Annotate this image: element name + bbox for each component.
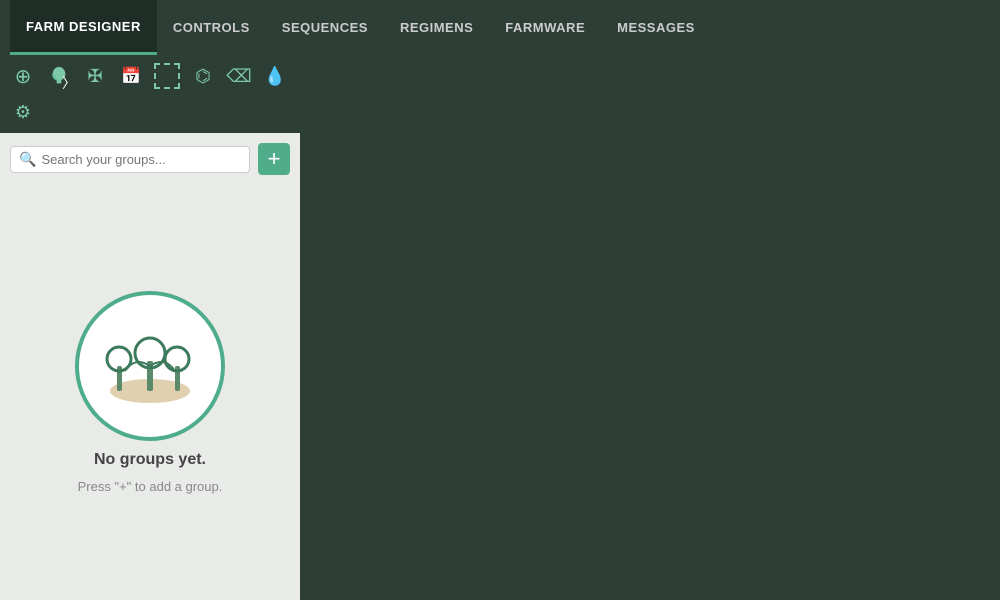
move-icon[interactable]: ⊕ bbox=[10, 63, 36, 89]
pin-icon[interactable]: ⌬ bbox=[190, 63, 216, 89]
nav-farmware[interactable]: FARMWARE bbox=[489, 0, 601, 55]
plant-icon[interactable]: 〉 bbox=[46, 63, 72, 89]
nav-sequences[interactable]: SEQUENCES bbox=[266, 0, 384, 55]
calendar-icon[interactable]: 📅 bbox=[118, 63, 144, 89]
add-group-button[interactable]: + bbox=[258, 143, 290, 175]
top-nav: FARM DESIGNER CONTROLS SEQUENCES REGIMEN… bbox=[0, 0, 1000, 55]
empty-state: No groups yet. Press "+" to add a group. bbox=[0, 185, 300, 600]
tool-bar: ⊕ 〉 ✠ 📅 ⌬ ⌫ 💧 ⚙ bbox=[0, 55, 300, 133]
no-groups-title: No groups yet. bbox=[94, 451, 206, 469]
nav-regimens[interactable]: REGIMENS bbox=[384, 0, 489, 55]
nav-messages[interactable]: MESSAGES bbox=[601, 0, 711, 55]
settings-icon[interactable]: ⚙ bbox=[10, 99, 36, 125]
search-bar: 🔍 + bbox=[0, 133, 300, 185]
grid-icon[interactable]: ✠ bbox=[82, 63, 108, 89]
search-input-wrap[interactable]: 🔍 bbox=[10, 146, 250, 173]
water-icon[interactable]: 💧 bbox=[262, 63, 288, 89]
search-icon: 🔍 bbox=[19, 151, 36, 168]
tool2-icon[interactable]: ⌫ bbox=[226, 63, 252, 89]
sidebar: ⊕ 〉 ✠ 📅 ⌬ ⌫ 💧 ⚙ 🔍 + bbox=[0, 55, 300, 600]
no-groups-hint: Press "+" to add a group. bbox=[78, 479, 223, 494]
select-icon[interactable] bbox=[154, 63, 180, 89]
search-input[interactable] bbox=[41, 152, 241, 167]
group-icon-circle bbox=[75, 291, 225, 441]
nav-controls[interactable]: CONTROLS bbox=[157, 0, 266, 55]
nav-farm-designer[interactable]: FARM DESIGNER bbox=[10, 0, 157, 55]
